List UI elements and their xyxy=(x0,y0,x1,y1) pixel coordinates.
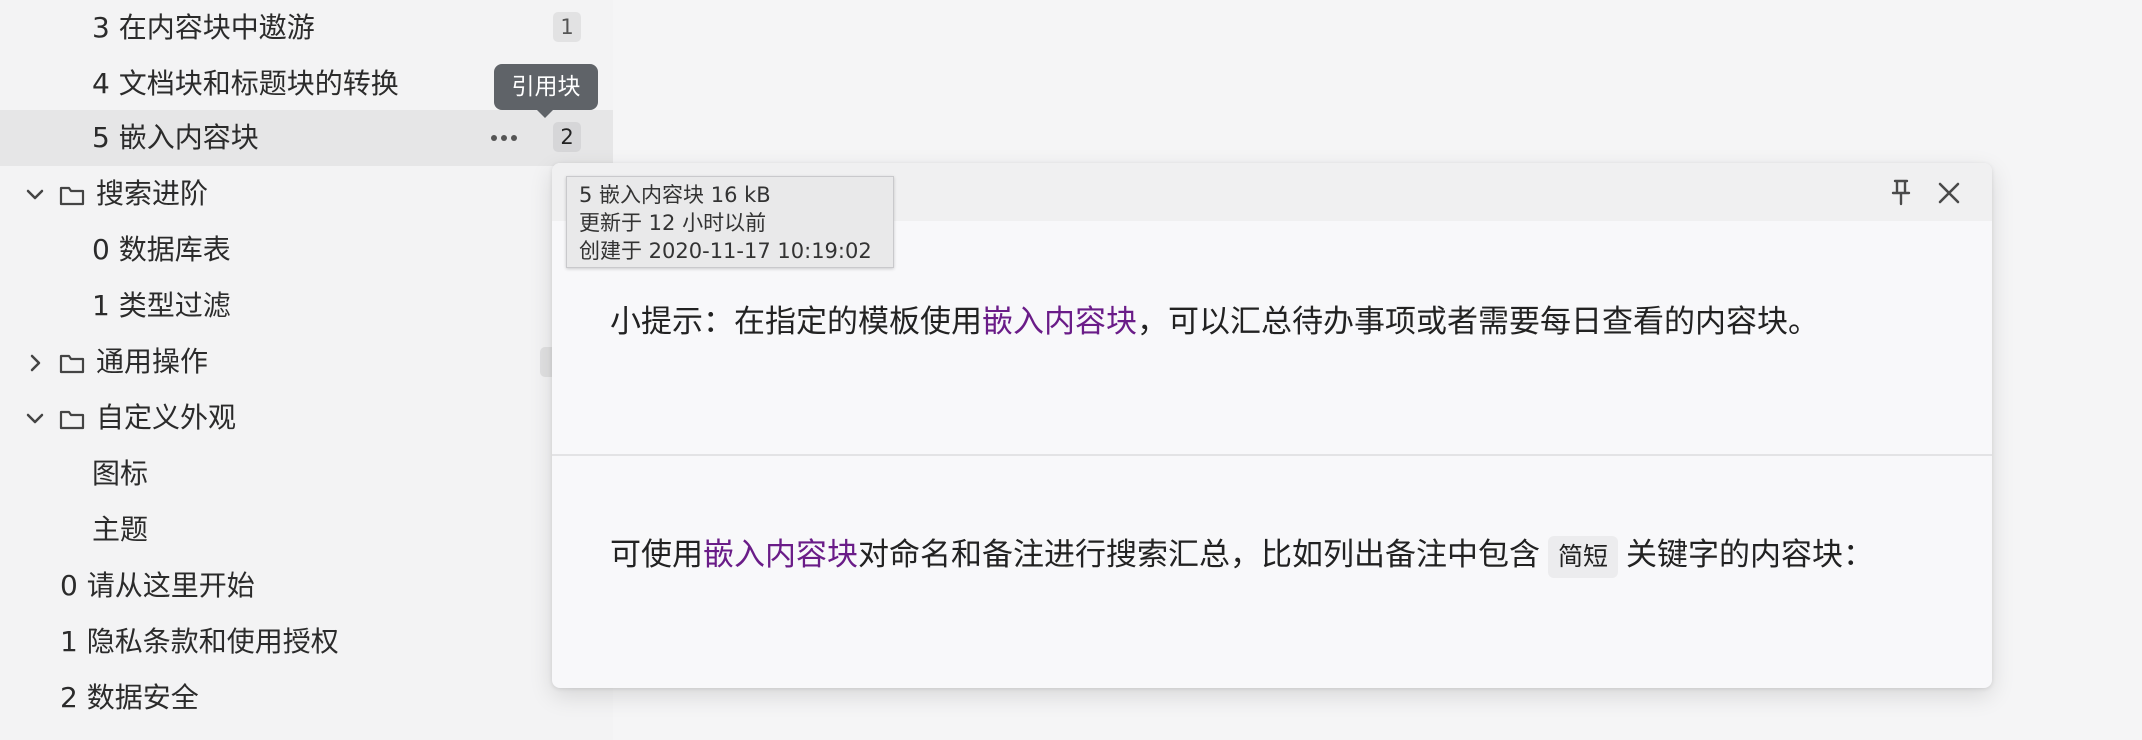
sidebar-item-label: 搜索进阶 xyxy=(96,177,209,210)
reference-count-badge[interactable]: 1 xyxy=(553,12,581,42)
chevron-down-icon[interactable] xyxy=(22,406,48,432)
info-updated: 更新于 12 小时以前 xyxy=(579,211,767,235)
sidebar-item-themes[interactable]: 主题 xyxy=(0,502,613,558)
sidebar-folder-custom-appearance[interactable]: 自定义外观 xyxy=(0,390,613,446)
paragraph-text: 小提示：在指定的模板使用 xyxy=(610,304,982,340)
sidebar-item-icons[interactable]: 图标 xyxy=(0,446,613,502)
sidebar-item-label: 3 在内容块中遨游 xyxy=(92,11,315,44)
embedded-block-link[interactable]: 嵌入内容块 xyxy=(703,537,858,573)
sidebar-item-label: 1 隐私条款和使用授权 xyxy=(60,625,339,658)
folder-icon xyxy=(59,410,85,430)
close-icon[interactable] xyxy=(1932,176,1966,210)
chevron-down-icon[interactable] xyxy=(22,182,48,208)
sidebar-item-type-filter[interactable]: 1 类型过滤 xyxy=(0,278,613,334)
paragraph-text: 关键字的内容块： xyxy=(1626,537,1875,573)
sidebar-item-label: 5 嵌入内容块 xyxy=(92,121,259,154)
paragraph-text: 可使用 xyxy=(610,537,703,573)
sidebar-item-3[interactable]: 3 在内容块中遨游 1 xyxy=(0,0,613,56)
folder-icon xyxy=(59,354,85,374)
paragraph-text: 对命名和备注进行搜索汇总，比如列出备注中包含 xyxy=(858,537,1540,573)
sidebar-item-label: 自定义外观 xyxy=(96,401,237,434)
sidebar-folder-search-advanced[interactable]: 搜索进阶 xyxy=(0,166,613,222)
popup-paragraph-search: 可使用嵌入内容块对命名和备注进行搜索汇总，比如列出备注中包含 简短 关键字的内容块： xyxy=(610,533,1874,578)
more-icon[interactable] xyxy=(489,131,519,145)
sidebar-item-label: 1 类型过滤 xyxy=(92,289,231,322)
sidebar-item-label: 通用操作 xyxy=(96,345,209,378)
sidebar-item-label: 2 数据安全 xyxy=(60,681,199,714)
popup-paragraph-tip: 小提示：在指定的模板使用嵌入内容块，可以汇总待办事项或者需要每日查看的内容块。 xyxy=(610,300,1819,344)
sidebar-item-label: 主题 xyxy=(92,513,149,546)
info-title-size: 5 嵌入内容块 16 kB xyxy=(579,183,771,207)
inline-code: 简短 xyxy=(1548,535,1619,578)
sidebar-item-label: 4 文档块和标题块的转换 xyxy=(92,67,399,100)
chevron-right-icon[interactable] xyxy=(22,350,48,376)
block-info-tooltip: 5 嵌入内容块 16 kB 更新于 12 小时以前 创建于 2020-11-17… xyxy=(566,176,894,268)
paragraph-text: ，可以汇总待办事项或者需要每日查看的内容块。 xyxy=(1137,304,1819,340)
sidebar-item-data-security[interactable]: 2 数据安全 xyxy=(0,670,613,726)
sidebar-item-label: 图标 xyxy=(92,457,149,490)
app-window: 3 在内容块中遨游 1 4 文档块和标题块的转换 5 嵌入内容块 2 搜索进阶 xyxy=(0,0,2142,740)
embedded-block-link[interactable]: 嵌入内容块 xyxy=(982,304,1137,340)
sidebar-item-privacy[interactable]: 1 隐私条款和使用授权 xyxy=(0,614,613,670)
reference-count-badge[interactable]: 2 xyxy=(553,122,581,152)
sidebar-folder-general-operations[interactable]: 通用操作 xyxy=(0,334,613,390)
sidebar: 3 在内容块中遨游 1 4 文档块和标题块的转换 5 嵌入内容块 2 搜索进阶 xyxy=(0,0,613,740)
info-created: 创建于 2020-11-17 10:19:02 xyxy=(579,239,872,263)
sidebar-item-label: 0 数据库表 xyxy=(92,233,231,266)
pin-icon[interactable] xyxy=(1884,175,1918,209)
sidebar-item-database-table[interactable]: 0 数据库表 xyxy=(0,222,613,278)
sidebar-item-label: 0 请从这里开始 xyxy=(60,569,255,602)
folder-icon xyxy=(59,186,85,206)
sidebar-item-start-here[interactable]: 0 请从这里开始 xyxy=(0,558,613,614)
sidebar-item-5-active[interactable]: 5 嵌入内容块 2 xyxy=(0,110,613,166)
reference-block-tooltip: 引用块 xyxy=(494,64,598,118)
section-divider xyxy=(552,454,1992,456)
